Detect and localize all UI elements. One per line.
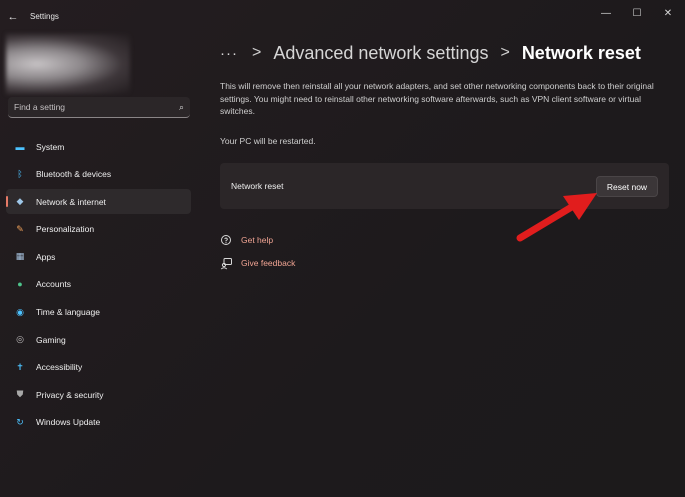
title-bar: ← Settings — ☐ ✕: [0, 0, 685, 34]
chevron-right-icon: >: [500, 44, 510, 61]
breadcrumb: ··· > Advanced network settings > Networ…: [220, 40, 641, 66]
get-help-label: Get help: [241, 235, 274, 245]
close-icon: ✕: [663, 7, 673, 19]
sidebar-item-time-language[interactable]: ◉ Time & language: [6, 300, 191, 325]
sidebar-item-label: Personalization: [36, 224, 95, 235]
app-title: Settings: [30, 12, 59, 21]
maximize-icon: ☐: [632, 7, 642, 19]
get-help-link[interactable]: Get help: [220, 233, 273, 247]
gamepad-icon: ◎: [16, 334, 24, 345]
sidebar-item-label: Accounts: [36, 279, 71, 290]
shield-icon: ⛊: [16, 389, 24, 400]
reset-description: This will remove then reinstall all your…: [220, 81, 654, 117]
feedback-icon: [220, 257, 233, 270]
sidebar-item-label: Network & internet: [36, 196, 106, 207]
give-feedback-link[interactable]: Give feedback: [220, 256, 295, 270]
sidebar-item-apps[interactable]: ▦ Apps: [6, 244, 191, 269]
breadcrumb-more-button[interactable]: ···: [220, 45, 238, 62]
sidebar-item-network-internet[interactable]: ◆ Network & internet: [6, 189, 191, 215]
back-arrow-icon: ←: [7, 11, 19, 23]
maximize-button[interactable]: ☐: [627, 6, 647, 20]
sidebar-item-personalization[interactable]: ✎ Personalization: [6, 217, 191, 242]
search-box[interactable]: ⌕: [8, 97, 190, 118]
sidebar-nav: ▬ System ᛒ Bluetooth & devices ◆ Network & in…: [6, 134, 191, 438]
monitor-icon: ▬: [15, 141, 25, 152]
accessibility-icon: ✝: [16, 361, 24, 372]
sidebar-item-windows-update[interactable]: ↻ Windows Update: [6, 410, 191, 435]
minimize-button[interactable]: —: [596, 6, 616, 20]
page-title: Network reset: [521, 42, 641, 63]
sidebar-item-label: Apps: [36, 251, 56, 262]
sidebar-item-label: System: [36, 141, 65, 152]
sidebar-item-label: Accessibility: [36, 362, 83, 373]
sidebar-item-label: Gaming: [36, 334, 66, 345]
sidebar-item-privacy-security[interactable]: ⛊ Privacy & security: [6, 382, 191, 407]
sidebar-item-label: Privacy & security: [36, 389, 104, 400]
minimize-icon: —: [601, 7, 611, 19]
red-annotation-arrow-icon: [516, 193, 597, 242]
sidebar-item-gaming[interactable]: ◎ Gaming: [6, 327, 191, 352]
apps-icon: ▦: [15, 251, 25, 262]
sidebar-item-label: Windows Update: [36, 417, 101, 428]
settings-window: ← Settings — ☐ ✕ ⌕ ▬ System ᛒ Bluetooth & d…: [0, 0, 685, 497]
bluetooth-icon: ᛒ: [17, 169, 23, 180]
breadcrumb-parent-link[interactable]: Advanced network settings: [273, 43, 488, 64]
wifi-icon: ◆: [16, 196, 24, 207]
sidebar-item-bluetooth-devices[interactable]: ᛒ Bluetooth & devices: [6, 162, 191, 187]
help-icon: [220, 234, 233, 247]
close-button[interactable]: ✕: [658, 6, 678, 20]
restart-note: Your PC will be restarted.: [220, 136, 316, 146]
sidebar-item-label: Bluetooth & devices: [36, 169, 112, 180]
update-icon: ↻: [16, 416, 24, 427]
sidebar-item-label: Time & language: [36, 307, 100, 318]
person-icon: ●: [17, 279, 23, 290]
chevron-right-icon: >: [252, 44, 262, 61]
back-button[interactable]: ←: [6, 10, 20, 24]
search-icon[interactable]: ⌕: [179, 102, 184, 113]
globe-clock-icon: ◉: [16, 306, 24, 317]
sidebar-item-accounts[interactable]: ● Accounts: [6, 272, 191, 297]
user-profile-avatar[interactable]: [6, 34, 130, 94]
brush-icon: ✎: [16, 223, 24, 234]
give-feedback-label: Give feedback: [241, 258, 296, 268]
network-reset-label: Network reset: [231, 181, 284, 191]
reset-now-button[interactable]: Reset now: [596, 176, 658, 197]
search-input[interactable]: [14, 102, 179, 112]
sidebar-item-accessibility[interactable]: ✝ Accessibility: [6, 355, 191, 380]
sidebar-item-system[interactable]: ▬ System: [6, 134, 191, 159]
